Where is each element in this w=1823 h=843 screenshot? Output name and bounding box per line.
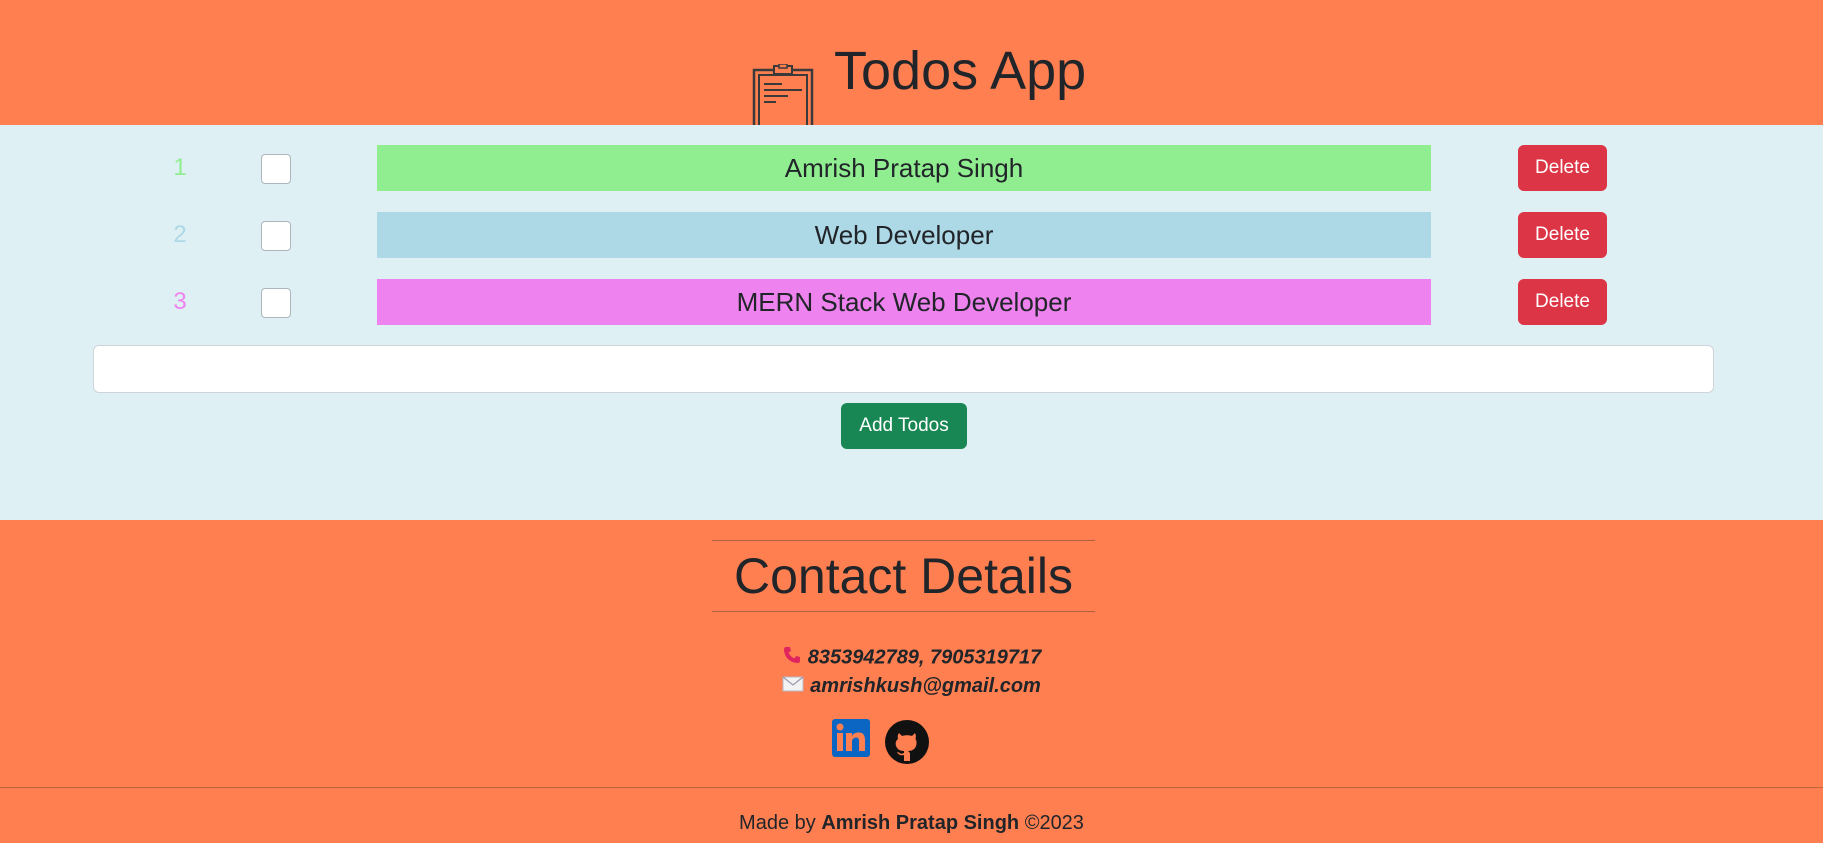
todos-section: 1 Amrish Pratap Singh Delete 2 Web Devel… [0, 125, 1823, 520]
contact-section: Contact Details 8353942789, 7905319717 a… [0, 520, 1823, 788]
contact-title: Contact Details [733, 548, 1074, 604]
todo-checkbox[interactable] [261, 221, 291, 251]
phone-text: 8353942789, 7905319717 [807, 646, 1042, 669]
contact-title-wrap: Contact Details [712, 540, 1095, 612]
todo-input[interactable] [93, 345, 1714, 393]
todo-number: 2 [173, 221, 187, 248]
email-text: amrishkush@gmail.com [810, 675, 1041, 697]
linkedin-icon[interactable] [832, 719, 870, 757]
contact-phone: 8353942789, 7905319717 [0, 645, 1823, 671]
github-icon[interactable] [884, 719, 930, 765]
todo-item: 3 MERN Stack Web Developer Delete [0, 279, 1823, 326]
footer-text: Made by Amrish Pratap Singh ©2023 [0, 812, 1823, 835]
todo-number: 1 [173, 154, 187, 181]
todo-number: 3 [173, 288, 187, 315]
app-header: Todos App [0, 0, 1823, 140]
todo-text: MERN Stack Web Developer [377, 279, 1431, 325]
contact-email: amrishkush@gmail.com [0, 675, 1823, 698]
social-links [832, 719, 930, 765]
delete-button[interactable]: Delete [1518, 145, 1607, 191]
todo-checkbox[interactable] [261, 288, 291, 318]
delete-button[interactable]: Delete [1518, 279, 1607, 325]
add-todos-button[interactable]: Add Todos [841, 403, 967, 449]
todo-item: 2 Web Developer Delete [0, 212, 1823, 259]
todo-text: Amrish Pratap Singh [377, 145, 1431, 191]
footer-copyright: ©2023 [1024, 812, 1084, 834]
email-icon [782, 675, 804, 698]
footer: Made by Amrish Pratap Singh ©2023 [0, 787, 1823, 843]
todo-item: 1 Amrish Pratap Singh Delete [0, 145, 1823, 192]
footer-author: Amrish Pratap Singh [821, 812, 1020, 834]
footer-prefix: Made by [739, 812, 816, 834]
todo-text: Web Developer [377, 212, 1431, 258]
phone-icon [782, 645, 802, 671]
app-brand: Todos App [752, 14, 1086, 140]
app-title: Todos App [834, 41, 1087, 102]
delete-button[interactable]: Delete [1518, 212, 1607, 258]
todo-checkbox[interactable] [261, 154, 291, 184]
